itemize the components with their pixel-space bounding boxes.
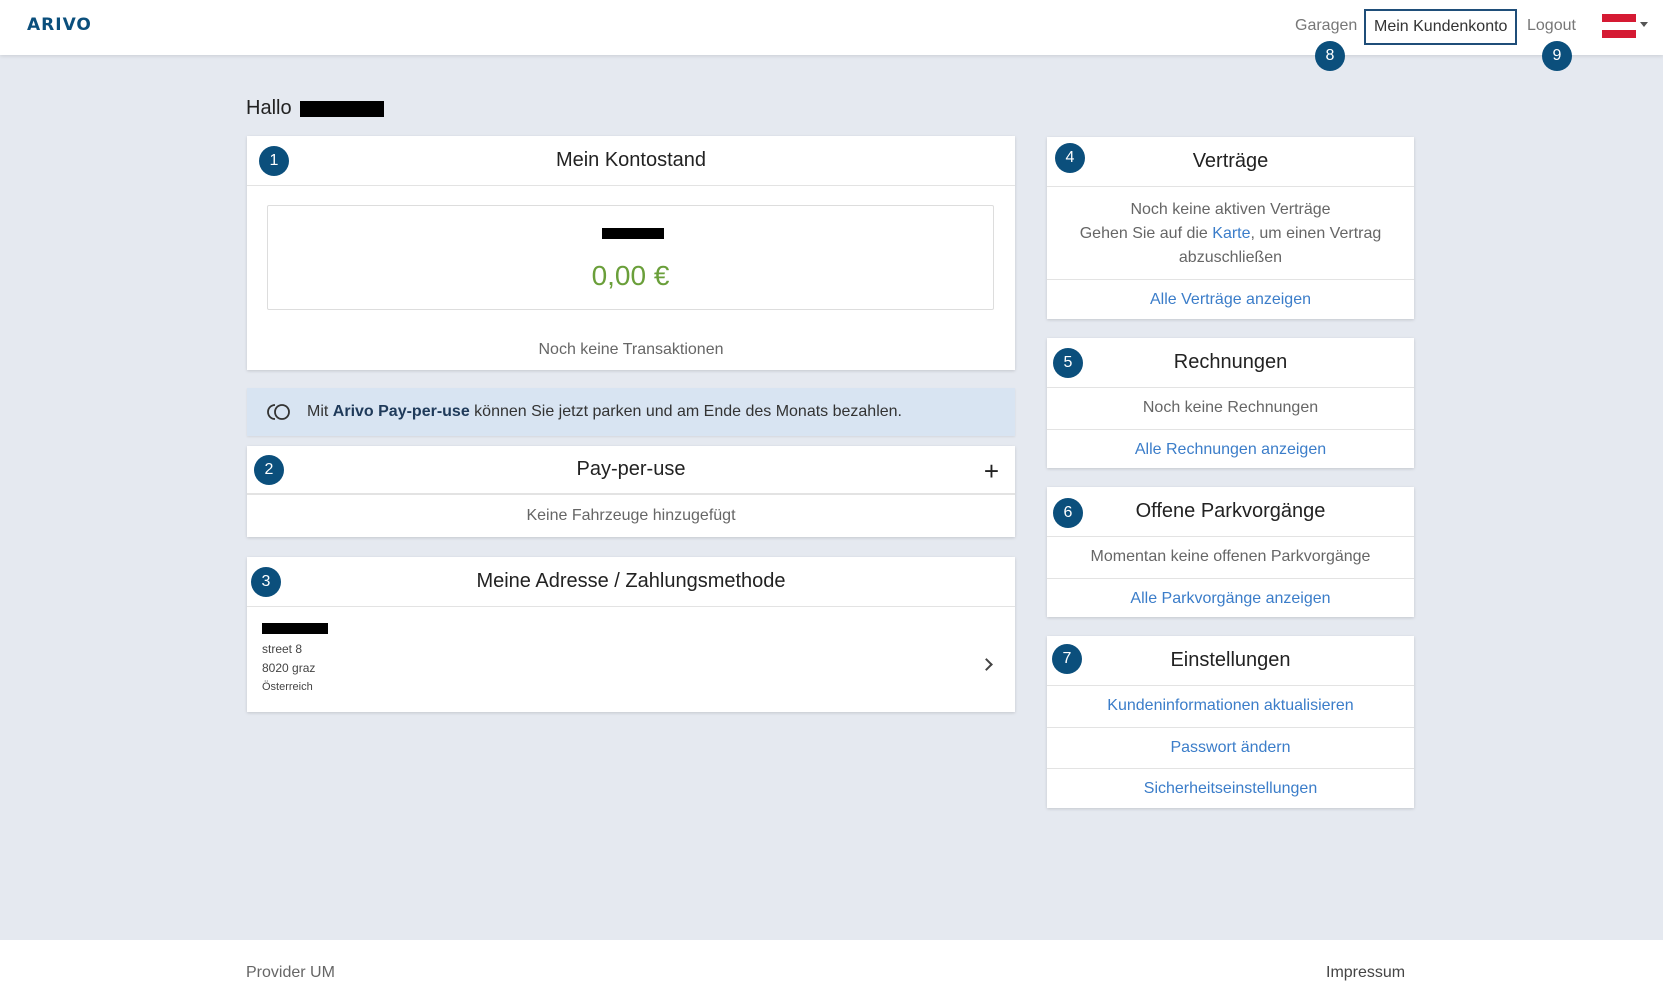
alle-parkvorgaenge-link[interactable]: Alle Parkvorgänge anzeigen <box>1130 590 1330 607</box>
kundeninformationen-link[interactable]: Kundeninformationen aktualisieren <box>1107 697 1353 714</box>
nav-garagen-link[interactable]: Garagen <box>1295 17 1357 35</box>
balance-box: 0,00 € <box>267 205 994 310</box>
kontostand-title: Mein Kontostand <box>555 149 707 171</box>
sicherheitseinstellungen-link[interactable]: Sicherheitseinstellungen <box>1144 780 1317 797</box>
vertraege-empty-text: Noch keine aktiven Verträge <box>1130 201 1331 218</box>
badge-6: 6 <box>1053 498 1083 528</box>
austria-flag-icon[interactable] <box>1602 14 1636 38</box>
greeting: Hallo <box>246 97 384 120</box>
einstellungen-row-2: Passwort ändern <box>1047 727 1414 768</box>
greeting-text: Hallo <box>246 97 292 119</box>
kontostand-header: Mein Kontostand <box>247 136 1015 186</box>
badge-3: 3 <box>251 567 281 597</box>
alle-vertraege-link[interactable]: Alle Verträge anzeigen <box>1150 291 1311 308</box>
pay-per-use-title: Pay-per-use <box>576 458 686 480</box>
top-navbar: ARIVO Garagen Mein Kundenkonto Logout <box>0 0 1663 55</box>
vertraege-hint-pre: Gehen Sie auf die <box>1079 225 1213 242</box>
address-city: 8020 graz <box>262 661 316 675</box>
address-country: Österreich <box>262 681 313 693</box>
einstellungen-header: Einstellungen <box>1047 636 1414 686</box>
badge-9: 9 <box>1542 41 1572 71</box>
info-suffix: können Sie jetzt parken und am Ende des … <box>469 403 902 420</box>
nav-logout-link[interactable]: Logout <box>1527 17 1576 35</box>
pay-per-use-card: Pay-per-use + Keine Fahrzeuge hinzugefüg… <box>247 446 1015 537</box>
vertraege-title: Verträge <box>1192 150 1269 172</box>
chevron-right-icon[interactable] <box>980 658 993 671</box>
adresse-title: Meine Adresse / Zahlungsmethode <box>476 570 786 592</box>
redacted-account-label <box>602 228 664 239</box>
badge-4: 4 <box>1055 143 1085 173</box>
rechnungen-title: Rechnungen <box>1173 351 1288 373</box>
badge-8: 8 <box>1315 41 1345 71</box>
adresse-card[interactable]: Meine Adresse / Zahlungsmethode street 8… <box>247 557 1015 712</box>
badge-7: 7 <box>1052 644 1082 674</box>
karte-link[interactable]: Karte <box>1212 225 1250 242</box>
kontostand-card: Mein Kontostand 0,00 € Noch keine Transa… <box>247 136 1015 370</box>
vertraege-card: Verträge Noch keine aktiven Verträge Geh… <box>1047 137 1414 319</box>
vertraege-link-row: Alle Verträge anzeigen <box>1047 279 1414 319</box>
address-street: street 8 <box>262 642 303 656</box>
arivo-logo[interactable]: ARIVO <box>27 15 92 35</box>
info-brand: Arivo Pay-per-use <box>332 403 470 420</box>
einstellungen-row-1: Kundeninformationen aktualisieren <box>1047 686 1414 727</box>
badge-5: 5 <box>1053 348 1083 378</box>
parkvorgaenge-header: Offene Parkvorgänge <box>1047 487 1414 537</box>
no-transactions-text: Noch keine Transaktionen <box>538 341 724 358</box>
passwort-aendern-link[interactable]: Passwort ändern <box>1170 739 1290 756</box>
rechnungen-empty-text: Noch keine Rechnungen <box>1142 399 1319 416</box>
vertraege-hint: Gehen Sie auf die Karte, um einen Vertra… <box>1067 222 1394 270</box>
redacted-name <box>262 623 328 634</box>
rechnungen-link-row: Alle Rechnungen anzeigen <box>1047 429 1414 468</box>
redacted-username <box>299 100 384 117</box>
parkvorgaenge-link-row: Alle Parkvorgänge anzeigen <box>1047 578 1414 617</box>
footer: Provider UM Impressum <box>0 940 1663 1001</box>
impressum-link[interactable]: Impressum <box>1326 964 1405 982</box>
badge-2: 2 <box>254 455 284 485</box>
address-block: street 8 8020 graz Österreich <box>262 623 328 697</box>
einstellungen-title: Einstellungen <box>1170 649 1291 671</box>
no-vehicles-text: Keine Fahrzeuge hinzugefügt <box>526 507 736 524</box>
coins-icon <box>267 404 290 420</box>
parkvorgaenge-title: Offene Parkvorgänge <box>1135 500 1326 522</box>
vertraege-header: Verträge <box>1047 137 1414 187</box>
rechnungen-header: Rechnungen <box>1047 338 1414 388</box>
balance-amount: 0,00 € <box>591 260 670 291</box>
footer-provider: Provider UM <box>246 964 335 981</box>
pay-per-use-header: Pay-per-use + <box>247 446 1015 495</box>
alle-rechnungen-link[interactable]: Alle Rechnungen anzeigen <box>1135 441 1326 458</box>
language-dropdown-caret-icon[interactable] <box>1640 22 1648 27</box>
adresse-header: Meine Adresse / Zahlungsmethode <box>247 557 1015 607</box>
parkvorgaenge-empty-text: Momentan keine offenen Parkvorgänge <box>1090 548 1371 565</box>
nav-kundenkonto-link[interactable]: Mein Kundenkonto <box>1364 9 1518 45</box>
pay-per-use-info-banner: Mit Arivo Pay-per-use können Sie jetzt p… <box>247 388 1015 436</box>
einstellungen-card: Einstellungen Kundeninformationen aktual… <box>1047 636 1414 808</box>
einstellungen-row-3: Sicherheitseinstellungen <box>1047 768 1414 808</box>
parkvorgaenge-card: Offene Parkvorgänge Momentan keine offen… <box>1047 487 1414 617</box>
badge-1: 1 <box>259 146 289 176</box>
add-vehicle-plus-icon[interactable]: + <box>984 456 999 487</box>
info-prefix: Mit <box>307 403 333 420</box>
vertraege-body: Noch keine aktiven Verträge Gehen Sie au… <box>1047 187 1414 279</box>
rechnungen-card: Rechnungen Noch keine Rechnungen Alle Re… <box>1047 338 1414 468</box>
